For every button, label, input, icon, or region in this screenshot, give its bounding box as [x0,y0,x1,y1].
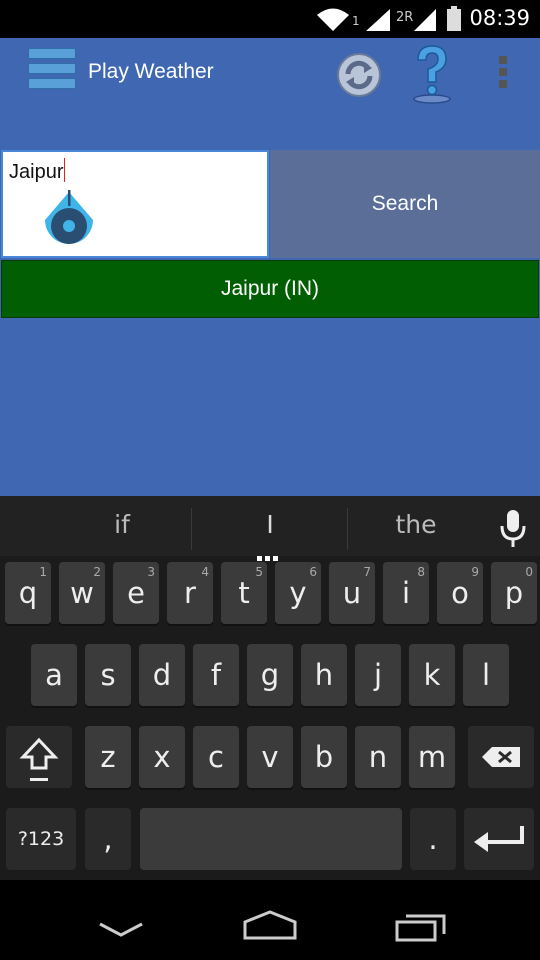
suggestion-item[interactable]: if [82,510,162,539]
key-i[interactable]: i8 [383,562,429,624]
key-j[interactable]: j [355,644,401,706]
shift-key[interactable] [6,726,72,788]
key-v[interactable]: v [247,726,293,788]
key-p[interactable]: p0 [491,562,537,624]
key-h[interactable]: h [301,644,347,706]
result-item-jaipur[interactable]: Jaipur (IN) [1,260,539,318]
key-t[interactable]: t5 [221,562,267,624]
soft-keyboard: if I the q1 w2 e3 r4 t5 y6 u7 i8 o9 p0 a… [0,496,540,880]
menu-icon[interactable] [28,48,76,98]
key-g[interactable]: g [247,644,293,706]
suggestion-item[interactable]: I [230,510,310,539]
key-b[interactable]: b [301,726,347,788]
recent-apps-icon[interactable] [394,912,448,942]
key-m[interactable]: m [409,726,455,788]
key-w[interactable]: w2 [59,562,105,624]
space-key[interactable] [140,808,402,870]
period-key[interactable]: . [410,808,456,870]
back-down-icon[interactable] [98,922,144,938]
battery-icon [447,6,461,31]
key-n[interactable]: n [355,726,401,788]
key-f[interactable]: f [193,644,239,706]
sim2-label: 2R [396,10,414,25]
key-d[interactable]: d [139,644,185,706]
app-content: Play Weather Jaipur Search Jaipur (IN) [0,38,540,496]
search-button[interactable]: Search [270,150,540,258]
text-selection-handle-icon[interactable] [41,190,97,250]
more-suggestions-icon[interactable] [257,546,283,561]
suggestion-divider [347,508,348,550]
key-e[interactable]: e3 [113,562,159,624]
app-title: Play Weather [88,60,214,83]
key-o[interactable]: o9 [437,562,483,624]
key-l[interactable]: l [463,644,509,706]
search-input-value[interactable]: Jaipur [9,158,66,184]
backspace-icon [482,747,520,767]
text-caret [64,158,66,182]
symbols-key[interactable]: ?123 [6,808,76,870]
clock: 08:39 [469,6,530,30]
key-a[interactable]: a [31,644,77,706]
overflow-menu-icon[interactable] [496,56,510,92]
search-input[interactable]: Jaipur [1,150,269,258]
key-y[interactable]: y6 [275,562,321,624]
help-icon[interactable] [410,44,454,104]
signal-icon [366,9,390,31]
suggestion-divider [191,508,192,550]
key-x[interactable]: x [139,726,185,788]
wifi-icon [317,8,349,31]
enter-key[interactable] [464,808,534,870]
enter-icon [474,826,524,852]
signal-roaming-icon [414,9,436,31]
microphone-icon[interactable] [498,508,528,548]
key-k[interactable]: k [409,644,455,706]
comma-key[interactable]: , [85,808,131,870]
status-bar: 1 2R 08:39 [0,0,540,38]
navigation-bar [0,880,540,960]
refresh-icon[interactable] [336,52,382,98]
key-c[interactable]: c [193,726,239,788]
key-u[interactable]: u7 [329,562,375,624]
shift-icon [19,737,59,781]
key-z[interactable]: z [85,726,131,788]
key-q[interactable]: q1 [5,562,51,624]
key-r[interactable]: r4 [167,562,213,624]
key-s[interactable]: s [85,644,131,706]
action-bar: Play Weather [0,38,540,110]
sim1-label: 1 [352,14,360,28]
home-icon[interactable] [242,910,298,940]
suggestion-strip: if I the [0,496,540,561]
backspace-key[interactable] [468,726,534,788]
suggestion-item[interactable]: the [376,510,456,539]
